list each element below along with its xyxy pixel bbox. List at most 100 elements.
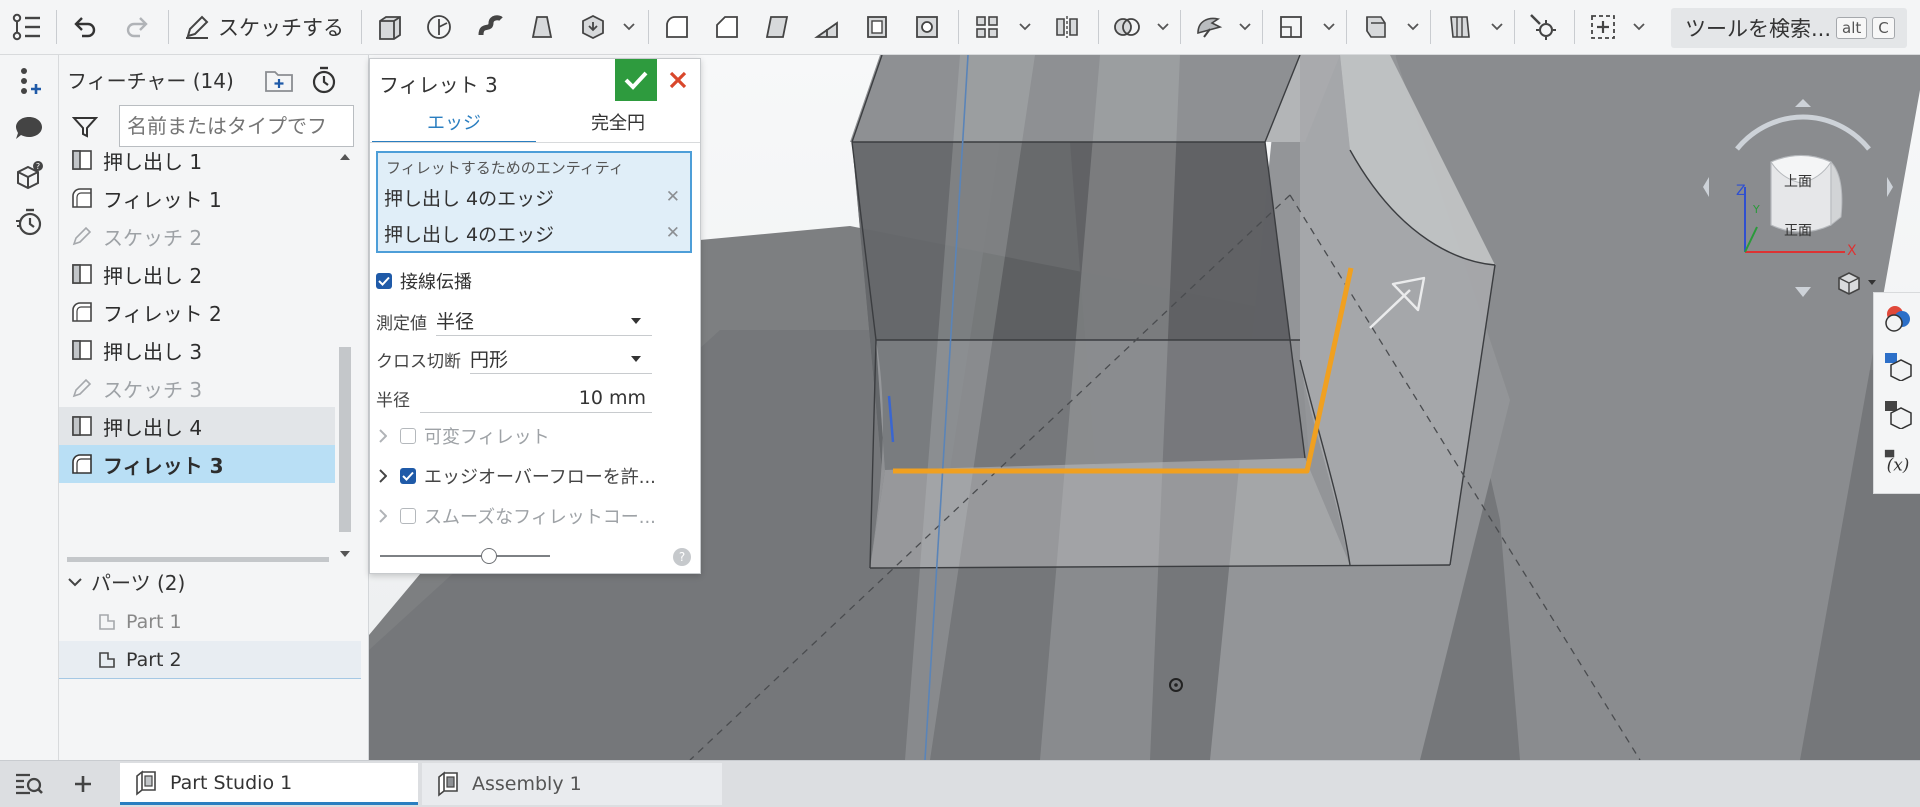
remove-entity-icon[interactable]: ✕	[666, 187, 680, 207]
entity-item-label: 押し出し 4のエッジ	[384, 223, 555, 246]
part-properties-icon[interactable]: ?	[12, 158, 46, 192]
variable-fillet-row[interactable]: 可変フィレット	[376, 419, 694, 453]
tangent-propagation-row[interactable]: 接線伝播	[376, 264, 694, 298]
edge-overflow-label: エッジオーバーフローを許...	[424, 467, 656, 488]
feature-item-sketch-3[interactable]: スケッチ 3	[59, 369, 335, 407]
variable-fillet-label: 可変フィレット	[424, 427, 550, 448]
caret-down-icon	[630, 355, 642, 363]
redo-icon[interactable]	[118, 9, 156, 45]
edge-overflow-checkbox[interactable]	[400, 468, 416, 484]
sheet-metal-tool-icon[interactable]	[1356, 9, 1394, 45]
loft-tool-icon[interactable]	[523, 9, 561, 45]
accept-button[interactable]	[615, 59, 657, 101]
feature-item-extrude-3[interactable]: 押し出し 3	[59, 331, 335, 369]
chevron-down-icon[interactable]	[1322, 17, 1336, 37]
entity-item[interactable]: 押し出し 4のエッジ ✕	[384, 217, 684, 249]
tab-part-studio[interactable]: Part Studio 1	[120, 763, 418, 805]
chevron-down-icon[interactable]	[1238, 17, 1252, 37]
feature-item-label: 押し出し 2	[103, 263, 203, 288]
chevron-down-icon[interactable]	[1156, 17, 1170, 37]
feature-list-toggle-icon[interactable]	[8, 9, 46, 45]
pattern-tool-icon[interactable]	[968, 9, 1006, 45]
add-custom-feature-icon[interactable]	[1584, 9, 1622, 45]
boolean-tool-icon[interactable]	[1108, 9, 1146, 45]
radius-input[interactable]: 10 mm	[420, 383, 652, 413]
rollback-timer-icon[interactable]	[12, 205, 46, 239]
feature-item-sketch-2[interactable]: スケッチ 2	[59, 217, 335, 255]
feature-item-label: 押し出し 3	[103, 339, 203, 364]
fillet-tool-icon[interactable]	[658, 9, 696, 45]
smooth-corner-checkbox[interactable]	[400, 508, 416, 524]
chevron-down-icon[interactable]	[1490, 17, 1504, 37]
help-icon[interactable]: ?	[673, 548, 691, 566]
rollback-timer-icon[interactable]	[307, 64, 341, 96]
dialog-title: フィレット 3	[379, 73, 498, 97]
chevron-down-icon[interactable]	[1018, 17, 1032, 37]
tab-full-round[interactable]: 完全円	[538, 103, 698, 141]
parts-section-header[interactable]: パーツ (2)	[67, 567, 185, 596]
feature-filter-input[interactable]	[119, 105, 354, 147]
filter-icon[interactable]	[71, 113, 99, 141]
transform-tool-icon[interactable]	[1190, 9, 1228, 45]
svg-text:(x): (x)	[1887, 454, 1910, 474]
tangent-propagation-checkbox[interactable]	[376, 273, 392, 289]
preview-slider[interactable]	[380, 547, 550, 565]
cancel-button[interactable]	[658, 59, 698, 101]
shortcut-key-c: C	[1872, 17, 1895, 39]
add-tab-button[interactable]	[62, 765, 104, 803]
feature-item-extrude-4[interactable]: 押し出し 4	[59, 407, 335, 445]
chevron-down-icon[interactable]	[622, 17, 636, 37]
thicken-tool-icon[interactable]	[574, 9, 612, 45]
materials-icon[interactable]	[1883, 349, 1913, 383]
comments-icon[interactable]	[12, 111, 46, 145]
measurement-select[interactable]: 半径	[436, 306, 652, 336]
rollback-bar[interactable]	[67, 557, 329, 562]
configurations-icon[interactable]	[1883, 397, 1913, 431]
insert-feature-icon[interactable]	[12, 64, 46, 98]
edge-overflow-row[interactable]: エッジオーバーフローを許...	[376, 459, 694, 493]
feature-item-extrude-1[interactable]: 押し出し 1	[59, 147, 335, 179]
hole-tool-icon[interactable]	[908, 9, 946, 45]
remove-entity-icon[interactable]: ✕	[666, 223, 680, 243]
chevron-down-icon[interactable]	[1406, 17, 1420, 37]
part-item-1[interactable]: Part 1	[59, 603, 361, 641]
shell-tool-icon[interactable]	[858, 9, 896, 45]
entities-selection-box[interactable]: フィレットするためのエンティティ 押し出し 4のエッジ ✕ 押し出し 4のエッジ…	[376, 151, 692, 253]
appearances-icon[interactable]	[1883, 301, 1913, 335]
extrude-tool-icon[interactable]	[371, 9, 409, 45]
tab-assembly[interactable]: Assembly 1	[422, 763, 722, 805]
configure-tools-icon[interactable]	[1524, 9, 1562, 45]
feature-item-fillet-2[interactable]: フィレット 2	[59, 293, 335, 331]
draft-tool-icon[interactable]	[758, 9, 796, 45]
add-folder-icon[interactable]	[262, 65, 296, 95]
variables-icon[interactable]: (x)	[1883, 445, 1913, 479]
chamfer-tool-icon[interactable]	[708, 9, 746, 45]
mirror-tool-icon[interactable]	[1048, 9, 1086, 45]
entity-item[interactable]: 押し出し 4のエッジ ✕	[384, 181, 684, 213]
plane-tool-icon[interactable]	[1272, 9, 1310, 45]
variable-fillet-checkbox[interactable]	[400, 428, 416, 444]
revolve-tool-icon[interactable]	[420, 9, 458, 45]
slider-thumb[interactable]	[481, 548, 497, 564]
tab-edge[interactable]: エッジ	[372, 103, 536, 143]
part-item-2[interactable]: Part 2	[59, 641, 361, 679]
top-toolbar: スケッチする ツールを検索... alt C	[0, 0, 1920, 55]
feature-item-extrude-2[interactable]: 押し出し 2	[59, 255, 335, 293]
undo-icon[interactable]	[66, 9, 104, 45]
smooth-corner-row[interactable]: スムーズなフィレットコー...	[376, 499, 694, 533]
feature-list-scrollbar[interactable]	[335, 147, 355, 567]
tool-search-input[interactable]: ツールを検索... alt C	[1671, 8, 1907, 48]
sketch-button[interactable]: スケッチする	[178, 9, 350, 45]
rib-tool-icon[interactable]	[808, 9, 846, 45]
sweep-tool-icon[interactable]	[472, 9, 510, 45]
feature-item-fillet-1[interactable]: フィレット 1	[59, 179, 335, 217]
cross-section-select[interactable]: 円形	[470, 344, 652, 374]
chevron-down-icon[interactable]	[1632, 17, 1646, 37]
measurement-label: 測定値	[376, 313, 427, 334]
search-tabs-icon[interactable]	[0, 761, 58, 807]
surface-tool-icon[interactable]	[1440, 9, 1478, 45]
feature-item-fillet-3[interactable]: フィレット 3	[59, 445, 335, 483]
extrude-icon	[69, 261, 95, 287]
tab-label: Assembly 1	[472, 773, 582, 795]
sketch-icon	[69, 375, 95, 401]
